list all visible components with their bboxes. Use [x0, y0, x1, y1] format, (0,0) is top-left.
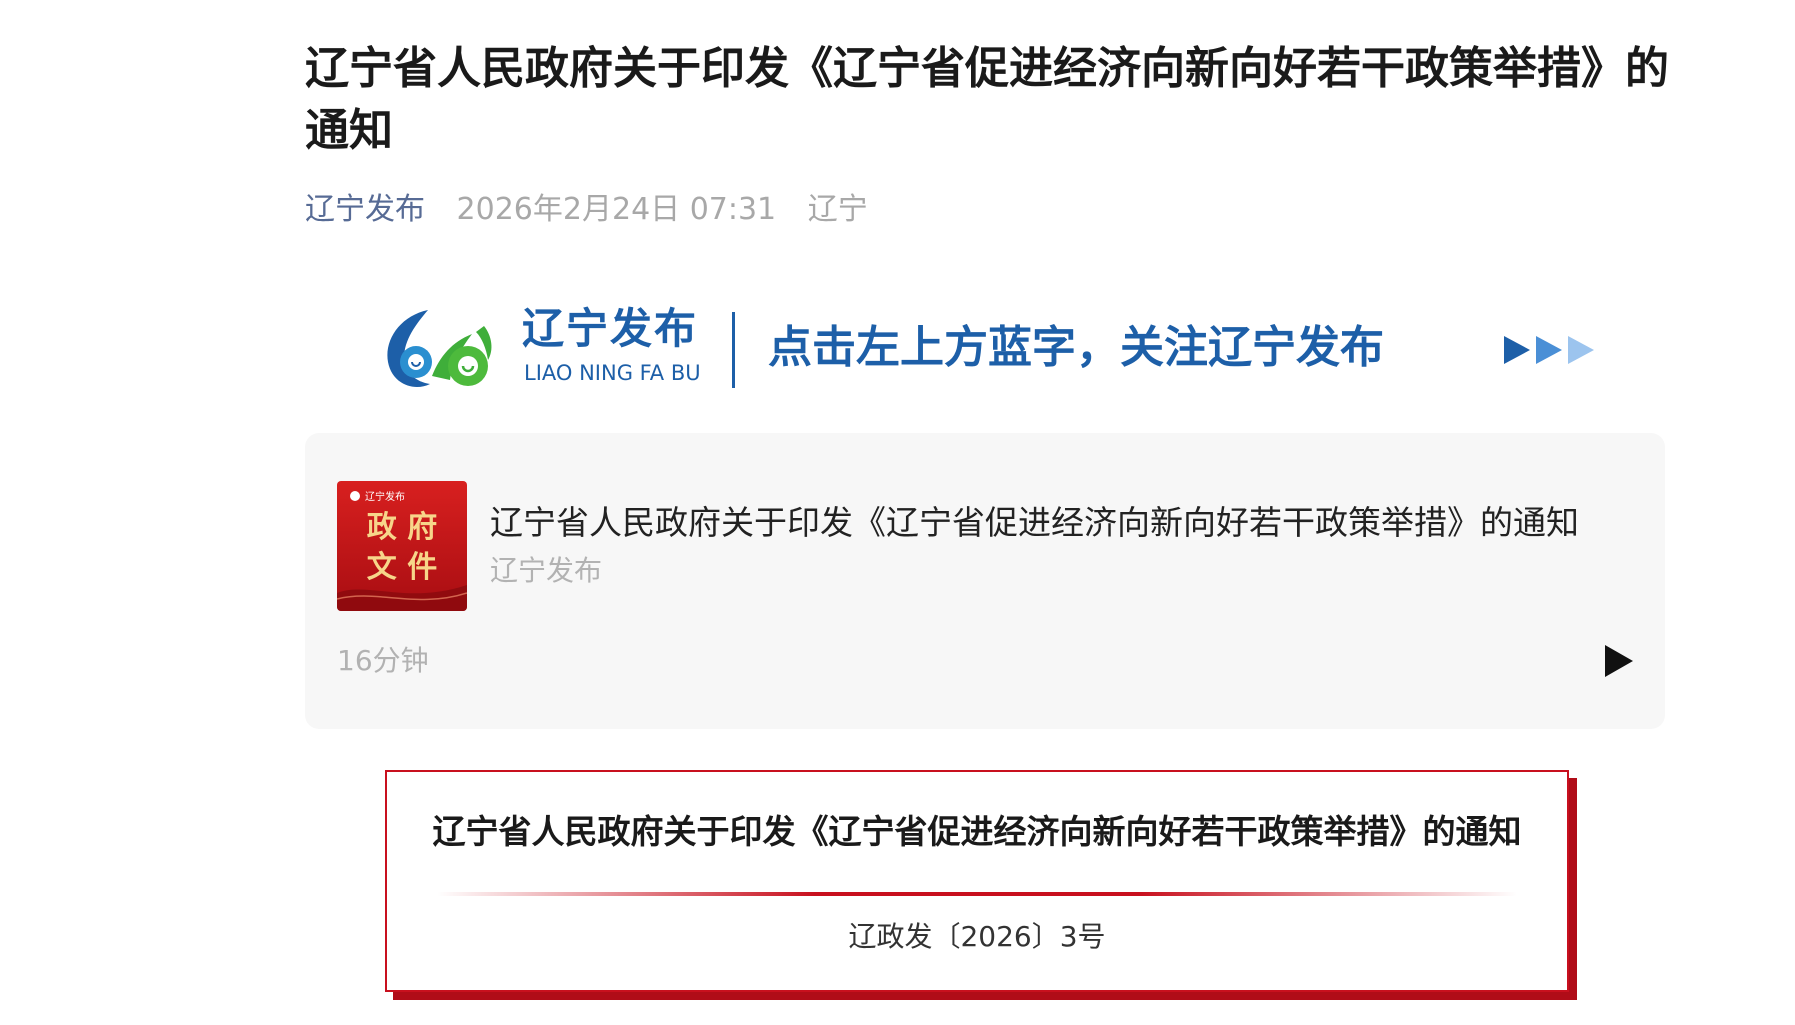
publish-location: 辽宁 [807, 192, 868, 227]
article-page: 辽宁省人民政府关于印发《辽宁省促进经济向新向好若干政策举措》的通知 辽宁发布 2… [0, 0, 1795, 1025]
account-link[interactable]: 辽宁发布 [305, 192, 425, 227]
publish-date: 2026年2月24日 07:31 [456, 192, 777, 227]
liaoning-fabu-logo-icon [387, 310, 492, 388]
follow-cta-text: 点击左上方蓝字，关注辽宁发布 [768, 322, 1384, 373]
document-red-rule [437, 892, 1517, 896]
audio-cover-image: 辽宁发布 政 府 文 件 [337, 481, 467, 611]
cover-line2: 文 件 [367, 550, 437, 585]
follow-banner[interactable]: 辽宁发布 LIAO NING FA BU 点击左上方蓝字，关注辽宁发布 [380, 300, 1600, 400]
brand-name-cn: 辽宁发布 [522, 304, 699, 353]
play-icon[interactable] [1595, 639, 1639, 683]
arrow-triple-icon [1504, 336, 1594, 364]
article-meta: 辽宁发布 2026年2月24日 07:31 辽宁 [305, 190, 868, 230]
document-title: 辽宁省人民政府关于印发《辽宁省促进经济向新向好若干政策举措》的通知 [432, 812, 1522, 851]
audio-title: 辽宁省人民政府关于印发《辽宁省促进经济向新向好若干政策举措》的通知 [490, 503, 1579, 542]
audio-duration: 16分钟 [337, 644, 429, 677]
cover-brand: 辽宁发布 [365, 490, 405, 503]
article-title: 辽宁省人民政府关于印发《辽宁省促进经济向新向好若干政策举措》的通知 [305, 43, 1669, 156]
document-header: 辽宁省人民政府关于印发《辽宁省促进经济向新向好若干政策举措》的通知 辽政发〔20… [385, 770, 1569, 992]
audio-author: 辽宁发布 [490, 554, 603, 587]
document-number: 辽政发〔2026〕3号 [848, 920, 1106, 953]
audio-card[interactable]: 辽宁发布 政 府 文 件 辽宁省人民政府关于印发《辽宁省促进经济向新向好若干政策… [305, 433, 1665, 729]
cover-line1: 政 府 [367, 510, 437, 545]
banner-divider [732, 312, 735, 388]
gov-document-cover-icon: 辽宁发布 政 府 文 件 [337, 481, 467, 611]
brand-name-en: LIAO NING FA BU [524, 361, 701, 385]
